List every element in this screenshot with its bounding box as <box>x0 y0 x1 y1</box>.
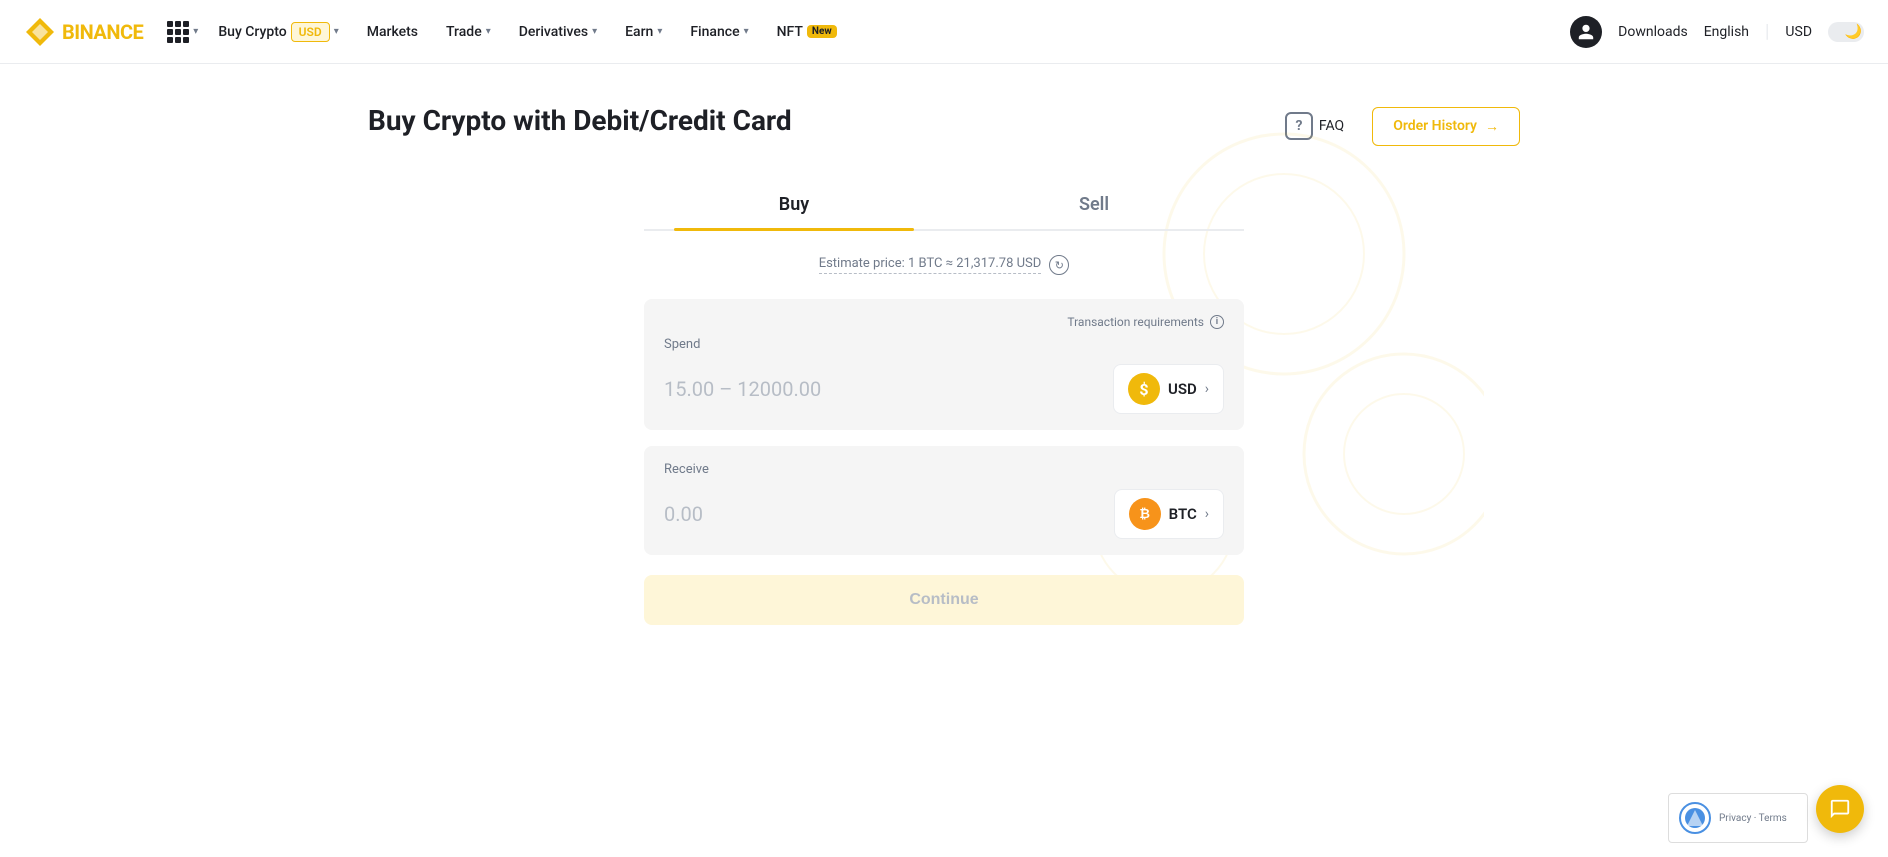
usd-badge: USD <box>291 22 330 42</box>
faq-icon: ? <box>1285 112 1313 140</box>
buy-crypto-chevron: ▾ <box>334 26 339 37</box>
order-history-button[interactable]: Order History → <box>1372 107 1520 146</box>
receive-value-row: 0.00 ₿ BTC › <box>664 489 1224 539</box>
recaptcha-badge: Privacy · Terms <box>1668 793 1808 843</box>
spend-placeholder[interactable]: 15.00 – 12000.00 <box>664 377 821 401</box>
navbar: BINANCE ▾ Buy Crypto USD ▾ Markets Trade… <box>0 0 1888 64</box>
tab-bar: Buy Sell <box>644 180 1244 231</box>
chat-widget[interactable] <box>1816 785 1864 833</box>
language-selector[interactable]: English <box>1704 24 1749 40</box>
receive-section: Receive 0.00 ₿ BTC › <box>644 446 1244 555</box>
nav-right: Downloads English | USD <box>1570 16 1864 48</box>
header-actions: ? FAQ Order History → <box>1273 104 1520 148</box>
dark-mode-toggle[interactable] <box>1828 22 1864 42</box>
estimate-text: Estimate price: 1 BTC ≈ 21,317.78 USD <box>819 256 1042 274</box>
grid-menu-button[interactable]: ▾ <box>159 21 206 43</box>
tab-sell[interactable]: Sell <box>944 180 1244 229</box>
finance-chevron: ▾ <box>744 26 749 37</box>
nav-buy-crypto[interactable]: Buy Crypto USD ▾ <box>206 14 350 50</box>
estimate-row: Estimate price: 1 BTC ≈ 21,317.78 USD ↻ <box>644 255 1244 275</box>
recaptcha-logo <box>1679 802 1711 834</box>
grid-icon <box>167 21 189 43</box>
buy-sell-form: Buy Sell Estimate price: 1 BTC ≈ 21,317.… <box>644 180 1244 625</box>
chat-icon <box>1829 798 1851 820</box>
brand-logo[interactable]: BINANCE <box>24 16 143 48</box>
info-icon[interactable]: i <box>1210 315 1224 329</box>
spend-input-row: Spend <box>664 337 1224 364</box>
brand-name: BINANCE <box>62 20 143 44</box>
nav-divider: | <box>1765 21 1769 42</box>
page-header: Buy Crypto with Debit/Credit Card ? FAQ … <box>368 104 1520 148</box>
nft-badge: New <box>807 25 837 38</box>
grid-chevron-icon: ▾ <box>193 26 198 37</box>
continue-button[interactable]: Continue <box>644 575 1244 625</box>
spend-label: Spend <box>664 337 700 352</box>
refresh-icon[interactable]: ↻ <box>1049 255 1069 275</box>
transaction-req-row: Transaction requirements i <box>664 315 1224 329</box>
faq-button[interactable]: ? FAQ <box>1273 104 1356 148</box>
recaptcha-text: Privacy · Terms <box>1719 813 1787 824</box>
downloads-link[interactable]: Downloads <box>1618 24 1688 40</box>
receive-label: Receive <box>664 462 1224 477</box>
nav-finance[interactable]: Finance ▾ <box>678 16 760 48</box>
page-title: Buy Crypto with Debit/Credit Card <box>368 104 792 137</box>
spend-currency-selector[interactable]: $ USD › <box>1113 364 1224 414</box>
usd-icon: $ <box>1128 373 1160 405</box>
nav-derivatives[interactable]: Derivatives ▾ <box>507 16 609 48</box>
currency-selector-nav[interactable]: USD <box>1785 24 1812 40</box>
receive-value[interactable]: 0.00 <box>664 502 703 526</box>
trade-chevron: ▾ <box>486 26 491 37</box>
receive-currency-name: BTC <box>1169 505 1197 523</box>
derivatives-chevron: ▾ <box>592 26 597 37</box>
tab-buy[interactable]: Buy <box>644 180 944 229</box>
btc-icon: ₿ <box>1129 498 1161 530</box>
earn-chevron: ▾ <box>657 26 662 37</box>
nav-nft[interactable]: NFT New <box>765 16 849 48</box>
user-avatar[interactable] <box>1570 16 1602 48</box>
spend-currency-chevron: › <box>1205 381 1209 397</box>
receive-currency-chevron: › <box>1205 506 1209 522</box>
nav-items: Buy Crypto USD ▾ Markets Trade ▾ Derivat… <box>206 14 1570 50</box>
spend-value-row: 15.00 – 12000.00 $ USD › <box>664 364 1224 414</box>
spend-currency-name: USD <box>1168 380 1197 398</box>
transaction-req-label: Transaction requirements <box>1067 315 1204 329</box>
main-content: Buy Crypto with Debit/Credit Card ? FAQ … <box>344 64 1544 665</box>
nav-earn[interactable]: Earn ▾ <box>613 16 674 48</box>
nav-markets[interactable]: Markets <box>355 16 430 48</box>
nav-trade[interactable]: Trade ▾ <box>434 16 503 48</box>
receive-currency-selector[interactable]: ₿ BTC › <box>1114 489 1224 539</box>
spend-section: Transaction requirements i Spend 15.00 –… <box>644 299 1244 430</box>
